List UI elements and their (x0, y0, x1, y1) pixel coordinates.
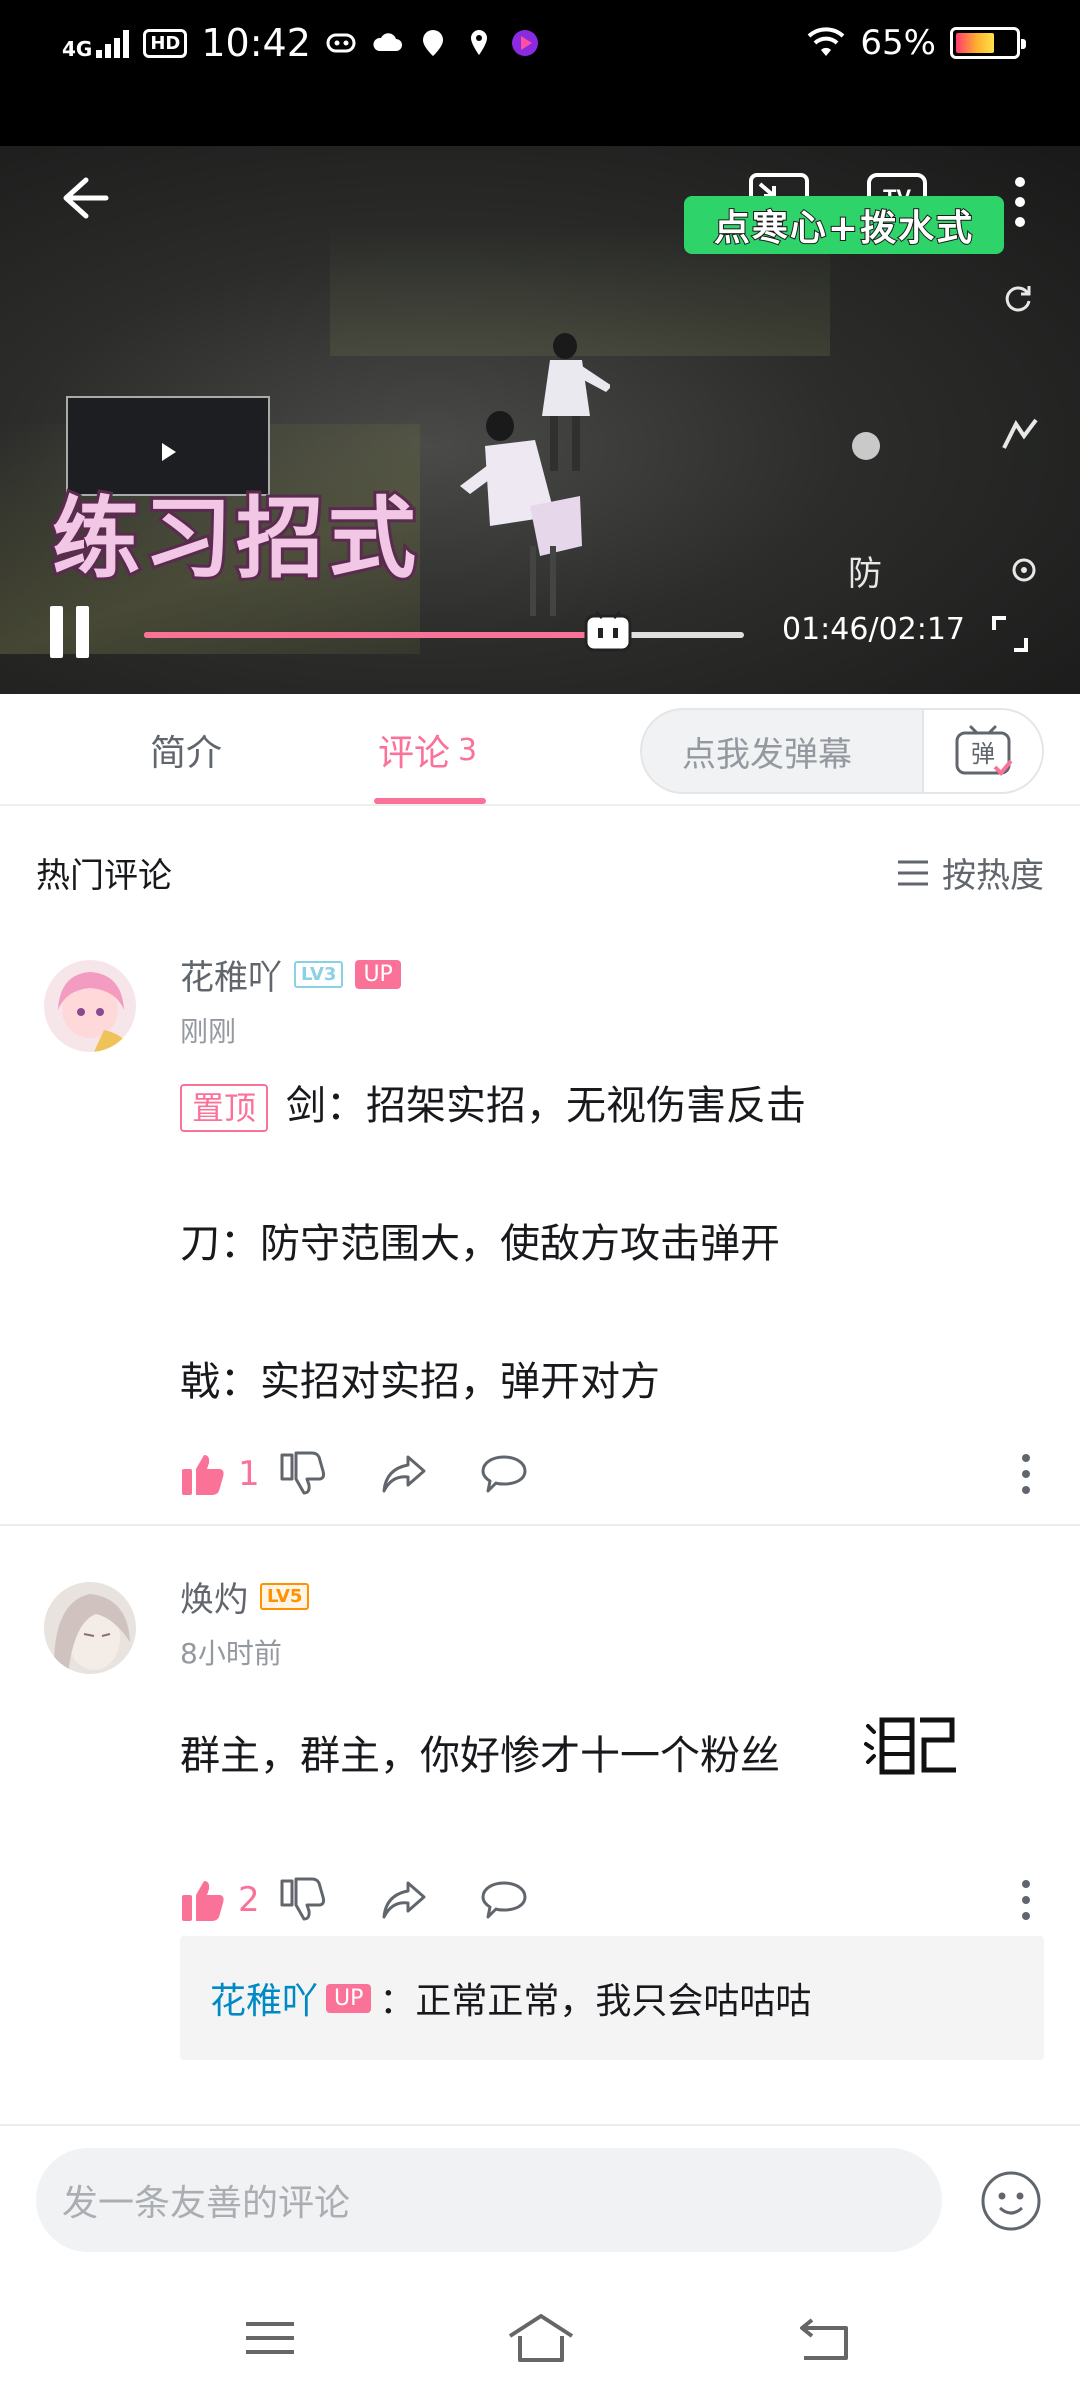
progress-bar[interactable] (144, 610, 744, 652)
tab-comments[interactable]: 评论 3 (378, 694, 477, 806)
danmaku-bar: 点我发弹幕 弹 (640, 708, 1044, 794)
sort-button[interactable]: 按热度 (896, 848, 1044, 897)
level-badge: LV3 (294, 961, 344, 988)
du-icon (422, 30, 443, 56)
comment-time: 刚刚 (180, 1015, 237, 1048)
reply-text: ：正常正常，我只会咕咕咕 (379, 1981, 812, 2022)
target-icon (1012, 558, 1036, 582)
network-type: 4G (62, 37, 93, 61)
comment-more-icon[interactable] (1020, 1452, 1032, 1496)
clock: 10:42 (201, 21, 311, 65)
reply-username[interactable]: 花稚吖 (210, 1972, 318, 2024)
comment-bubble-icon (481, 1455, 527, 1493)
video-caption-big: 练习招式 (49, 483, 421, 593)
sticker-emoji (864, 1717, 956, 1775)
like-count: 1 (238, 1454, 260, 1494)
dodge-icon (1002, 418, 1038, 449)
hot-comments-title: 热门评论 (36, 856, 172, 896)
comment-text: 群主，群主，你好惨才十一个粉丝 (180, 1733, 780, 1779)
thumbs-down-icon (280, 1877, 326, 1921)
dislike-button[interactable] (280, 1870, 380, 1930)
comment-composer: 发一条友善的评论 (0, 2124, 1080, 2274)
list-icon (898, 860, 928, 885)
tab-bar: 简介 评论 3 点我发弹幕 弹 (0, 694, 1080, 806)
system-nav-bar (0, 2274, 1080, 2400)
comment-more-icon[interactable] (1020, 1878, 1032, 1922)
level-badge: LV5 (260, 1583, 310, 1610)
svg-text:弹: 弹 (971, 740, 995, 768)
like-button[interactable]: 1 (180, 1444, 280, 1504)
video-caption-green: 点寒心+拨水式 (684, 196, 1004, 254)
like-button[interactable]: 2 (180, 1870, 280, 1930)
comment-username[interactable]: 焕灼 (180, 1572, 248, 1621)
pinned-badge: 置顶 (180, 1084, 269, 1132)
video-player[interactable]: TV 点寒心+拨水式 练习招式 防 01:46/02:17 (0, 146, 1080, 694)
signal-icon (96, 28, 130, 58)
tab-comments-count: 3 (458, 732, 478, 768)
tab-intro[interactable]: 简介 (150, 694, 222, 806)
thumbs-up-icon (182, 1455, 224, 1495)
fullscreen-icon[interactable] (990, 614, 1030, 654)
pause-button[interactable] (50, 606, 94, 658)
comment-bubble-icon (481, 1881, 527, 1919)
back-icon[interactable] (796, 2310, 852, 2366)
progress-thumb-icon[interactable] (584, 610, 632, 654)
like-count: 2 (238, 1880, 260, 1920)
wifi-icon (808, 27, 845, 56)
status-bar: 4G HD 10:42 65% (0, 0, 1080, 146)
battery-icon (950, 27, 1026, 59)
divider (0, 1524, 1080, 1526)
share-button[interactable] (380, 1444, 480, 1504)
home-icon[interactable] (506, 2310, 576, 2366)
progress-fill (144, 632, 609, 638)
reply-preview[interactable]: 花稚吖 UP ：正常正常，我只会咕咕咕 (180, 1936, 1044, 2060)
battery-percent: 65% (860, 23, 936, 63)
danmaku-icon: 弹 (955, 725, 1013, 776)
comment-time: 8小时前 (180, 1637, 282, 1670)
cloud-icon (373, 33, 402, 51)
video-character (460, 411, 582, 616)
dislike-button[interactable] (280, 1444, 380, 1504)
more-vertical-icon[interactable] (1010, 174, 1030, 230)
sort-label: 按热度 (942, 856, 1044, 896)
comment-text: 置顶 剑：招架实招，无视伤害反击 刀：防守范围大，使敌方攻击弹开 戟：实招对实招，… (180, 1083, 807, 1405)
hd-badge: HD (143, 28, 188, 58)
avatar[interactable] (44, 960, 136, 1052)
thumbs-down-icon (280, 1451, 326, 1495)
reply-button[interactable] (480, 1870, 580, 1930)
share-button[interactable] (380, 1870, 480, 1930)
share-icon (382, 1881, 426, 1919)
reply-button[interactable] (480, 1444, 580, 1504)
joystick-dot (852, 432, 880, 460)
location-icon (470, 30, 487, 55)
player-app-icon (511, 30, 538, 56)
comment-username[interactable]: 花稚吖 (180, 950, 282, 999)
video-time: 01:46/02:17 (782, 612, 966, 647)
share-icon (382, 1455, 426, 1493)
up-badge: UP (326, 1983, 372, 2013)
up-badge: UP (355, 960, 401, 989)
avatar[interactable] (44, 1582, 136, 1674)
back-arrow-icon[interactable] (56, 170, 112, 226)
tab-underline (374, 798, 486, 804)
tab-comments-label: 评论 (378, 733, 451, 774)
refresh-icon (1005, 286, 1031, 312)
comment-input[interactable]: 发一条友善的评论 (36, 2148, 942, 2252)
comment-actions: 1 (180, 1444, 580, 1504)
danmaku-toggle-button[interactable]: 弹 (922, 710, 1042, 792)
menu-icon[interactable] (242, 2310, 298, 2366)
danmaku-input[interactable]: 点我发弹幕 (642, 710, 922, 792)
thumbs-up-icon (182, 1881, 224, 1921)
game-icon (326, 33, 356, 53)
defense-glyph: 防 (848, 554, 882, 594)
comment-actions: 2 (180, 1870, 580, 1930)
emoji-icon[interactable] (980, 2170, 1042, 2232)
